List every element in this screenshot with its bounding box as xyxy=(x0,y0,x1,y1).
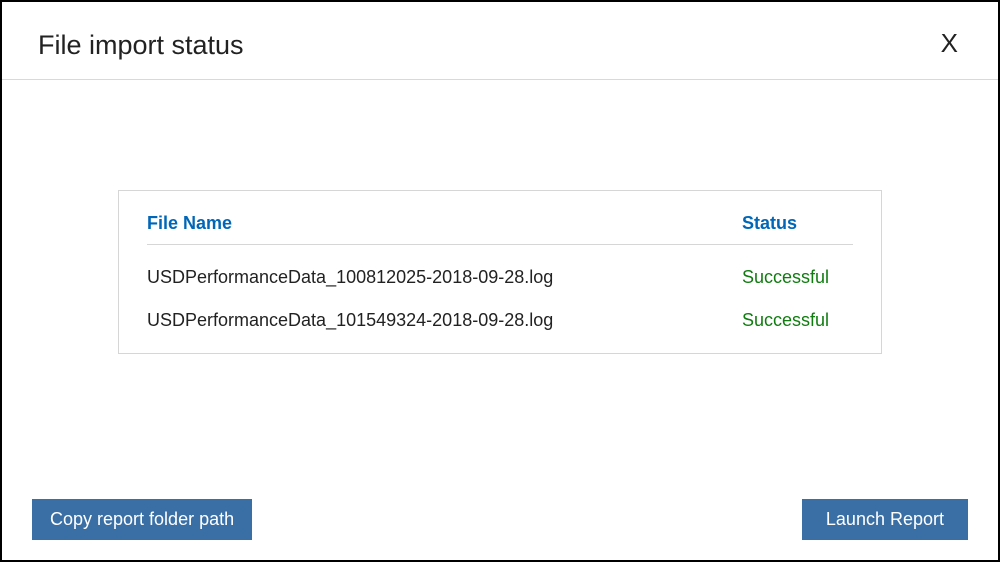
dialog-header: File import status X xyxy=(2,2,998,80)
table-row: USDPerformanceData_100812025-2018-09-28.… xyxy=(147,245,853,288)
close-button[interactable]: X xyxy=(937,30,962,56)
cell-filename: USDPerformanceData_100812025-2018-09-28.… xyxy=(147,267,742,288)
dialog-footer: Copy report folder path Launch Report xyxy=(2,499,998,540)
table-row: USDPerformanceData_101549324-2018-09-28.… xyxy=(147,288,853,331)
column-header-status: Status xyxy=(742,213,853,234)
file-import-status-dialog: File import status X File Name Status US… xyxy=(0,0,1000,562)
dialog-content: File Name Status USDPerformanceData_1008… xyxy=(2,80,998,354)
cell-filename: USDPerformanceData_101549324-2018-09-28.… xyxy=(147,310,742,331)
launch-report-button[interactable]: Launch Report xyxy=(802,499,968,540)
import-status-table: File Name Status USDPerformanceData_1008… xyxy=(118,190,882,354)
column-header-filename: File Name xyxy=(147,213,742,234)
table-header-row: File Name Status xyxy=(147,213,853,245)
cell-status: Successful xyxy=(742,267,853,288)
dialog-title: File import status xyxy=(38,30,244,61)
copy-report-folder-path-button[interactable]: Copy report folder path xyxy=(32,499,252,540)
cell-status: Successful xyxy=(742,310,853,331)
